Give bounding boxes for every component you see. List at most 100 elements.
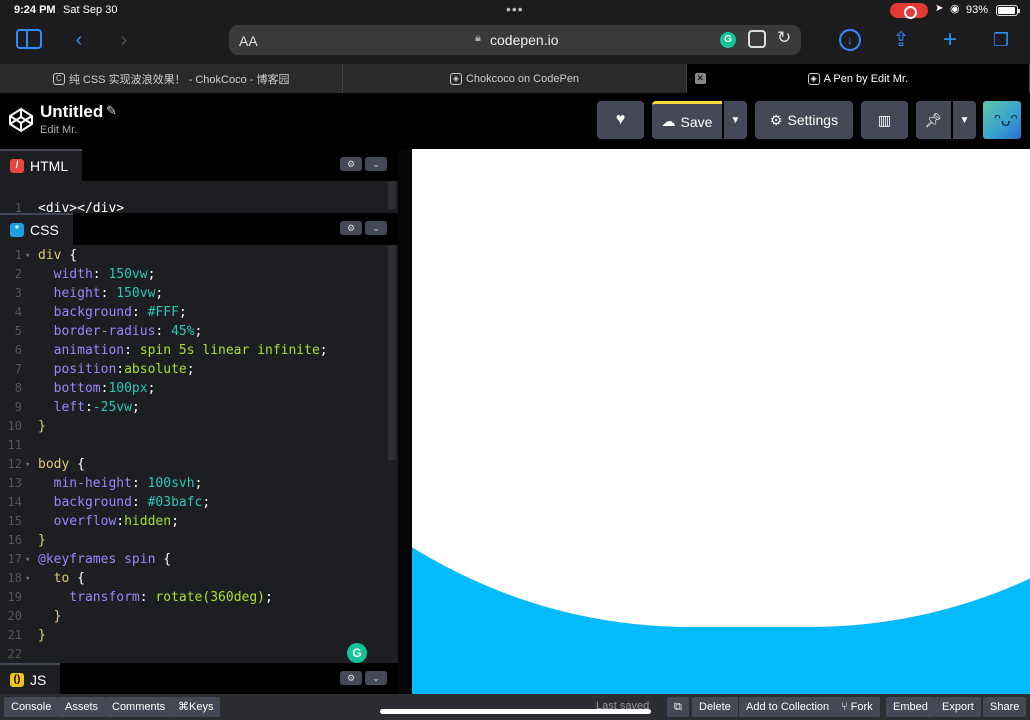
embed-button[interactable]: Embed	[886, 697, 935, 717]
pin-options-button[interactable]: ▼	[953, 101, 976, 139]
multitasking-dots-icon[interactable]: •••	[506, 1, 524, 17]
js-collapse-icon[interactable]: ⌄	[365, 671, 387, 685]
export-button[interactable]: Export	[935, 697, 981, 717]
fork-button[interactable]: ⑂ Fork	[834, 697, 880, 717]
cloud-icon: ☁	[661, 113, 676, 129]
line-number: 17	[7, 552, 22, 566]
line-number: 9	[14, 400, 22, 414]
code-line: 19 transform: rotate(360deg);	[0, 590, 390, 609]
js-panel-header: () JS ⚙ ⌄	[0, 663, 398, 695]
pin-button[interactable]: 📌︎	[916, 101, 951, 139]
keys-button[interactable]: ⌘Keys	[171, 697, 221, 717]
css-code-text: background: #03bafc;	[53, 495, 211, 510]
grammarly-floating-icon[interactable]: G	[347, 643, 367, 663]
settings-label: Settings	[787, 112, 839, 128]
fold-arrow-icon[interactable]: ▾	[25, 574, 30, 584]
line-number: 2	[14, 267, 22, 281]
code-line: 2 width: 150vw;	[0, 267, 390, 286]
tab-css[interactable]: * CSS	[0, 213, 73, 245]
css-code-text: overflow:hidden;	[53, 514, 179, 529]
fold-arrow-icon[interactable]: ▾	[25, 555, 30, 565]
grammarly-icon[interactable]: G	[720, 32, 736, 48]
add-to-collection-button[interactable]: Add to Collection	[739, 697, 837, 717]
love-button[interactable]: ♥	[597, 101, 644, 139]
js-settings-icon[interactable]: ⚙	[340, 671, 362, 685]
edit-title-icon[interactable]: ✎	[106, 103, 117, 119]
avatar[interactable]: ᵔᴗᵔ	[983, 101, 1021, 139]
save-label: Save	[680, 113, 713, 130]
save-button[interactable]: ☁ Save	[652, 101, 722, 139]
line-number: 16	[7, 533, 22, 547]
css-settings-icon[interactable]: ⚙	[340, 221, 362, 235]
codepen-header: Untitled ✎ Edit Mr. ♥ ☁ Save ▼ ⚙ Setting…	[0, 93, 1030, 149]
css-code-text: width: 150vw;	[53, 267, 156, 282]
pen-author[interactable]: Edit Mr.	[40, 124, 77, 136]
html-settings-icon[interactable]: ⚙	[340, 157, 362, 171]
reload-icon[interactable]: ↻	[777, 28, 791, 48]
line-number: 19	[7, 590, 22, 604]
tab-js[interactable]: () JS	[0, 663, 61, 695]
delete-button[interactable]: Delete	[692, 697, 738, 717]
browser-tab[interactable]: ◈ Chokcoco on CodePen	[343, 64, 687, 93]
downloads-icon[interactable]: ↓	[839, 29, 861, 51]
css-label: CSS	[30, 222, 59, 238]
home-indicator[interactable]	[380, 709, 651, 714]
pen-title[interactable]: Untitled	[40, 102, 103, 122]
css-panel-header: * CSS ⚙ ⌄	[0, 213, 398, 245]
css-code-text: position:absolute;	[53, 362, 195, 377]
save-options-button[interactable]: ▼	[724, 101, 747, 139]
browser-tab-active[interactable]: ✕ ◈ A Pen by Edit Mr.	[686, 64, 1030, 93]
battery-icon	[996, 5, 1020, 16]
code-line: 3 height: 150vw;	[0, 286, 390, 305]
fold-arrow-icon[interactable]: ▾	[25, 460, 30, 470]
line-number: 5	[14, 324, 22, 338]
html-scrollbar[interactable]	[388, 181, 396, 209]
share-button[interactable]: Share	[983, 697, 1027, 717]
codepen-logo-icon[interactable]	[8, 107, 34, 133]
line-number: 1	[14, 248, 22, 262]
url-text[interactable]: codepen.io	[490, 32, 559, 48]
change-view-button[interactable]: ▥	[861, 101, 908, 139]
browser-tab[interactable]: C 纯 CSS 实现波浪效果！ - ChokCoco - 博客园	[0, 64, 344, 93]
comments-button[interactable]: Comments	[105, 697, 173, 717]
text-size-button[interactable]: AA	[239, 33, 258, 49]
line-number: 8	[14, 381, 22, 395]
line-number: 13	[7, 476, 22, 490]
assets-button[interactable]: Assets	[58, 697, 106, 717]
fold-arrow-icon[interactable]: ▾	[25, 251, 30, 261]
sidebar-toggle-icon[interactable]	[16, 29, 42, 49]
chevron-down-icon: ▼	[730, 114, 741, 126]
extension-icon[interactable]	[748, 30, 766, 48]
css-code-area[interactable]: 1 ▾ div {2 width: 150vw; 3 height: 150vw; 4 …	[0, 245, 398, 663]
address-bar[interactable]: AA 🔒︎ codepen.io G ↻	[229, 25, 801, 55]
code-line: 5 border-radius: 45%;	[0, 324, 390, 343]
css-code-text: height: 150vw;	[53, 286, 164, 301]
line-number: 7	[14, 362, 22, 376]
settings-button[interactable]: ⚙ Settings	[755, 101, 853, 139]
html-code-area[interactable]: 1 <div></div>	[0, 181, 398, 216]
heart-icon: ♥	[615, 111, 626, 128]
code-line: 1 ▾ div {	[0, 248, 390, 267]
tab-overview-icon[interactable]: ❐	[987, 28, 1015, 52]
css-code-text: @keyframes spin {	[38, 552, 172, 567]
css-collapse-icon[interactable]: ⌄	[365, 221, 387, 235]
html-icon: /	[10, 159, 24, 173]
codepen-icon: ◈	[449, 72, 462, 85]
resize-divider[interactable]	[398, 149, 412, 694]
result-preview[interactable]	[412, 149, 1030, 694]
open-external-button[interactable]: ⧉	[667, 697, 689, 717]
css-code-text: transform: rotate(360deg);	[69, 590, 273, 605]
new-tab-icon[interactable]: +	[936, 28, 964, 52]
console-button[interactable]: Console	[4, 697, 59, 717]
forward-icon[interactable]: ›	[110, 28, 138, 52]
screen-record-icon[interactable]	[890, 3, 928, 19]
share-icon[interactable]: ⇪	[887, 28, 915, 52]
editor-column: / HTML ⚙ ⌄ 1 <div></div> * CSS ⚙ ⌄ 1 ▾ div …	[0, 149, 398, 695]
back-icon[interactable]: ‹	[65, 28, 93, 52]
close-tab-icon[interactable]: ✕	[694, 73, 706, 84]
wifi-icon: ◉	[950, 3, 960, 15]
code-line: 7 position:absolute;	[0, 362, 390, 381]
layout-icon: ▥	[877, 111, 892, 128]
tab-html[interactable]: / HTML	[0, 149, 83, 181]
html-collapse-icon[interactable]: ⌄	[365, 157, 387, 171]
